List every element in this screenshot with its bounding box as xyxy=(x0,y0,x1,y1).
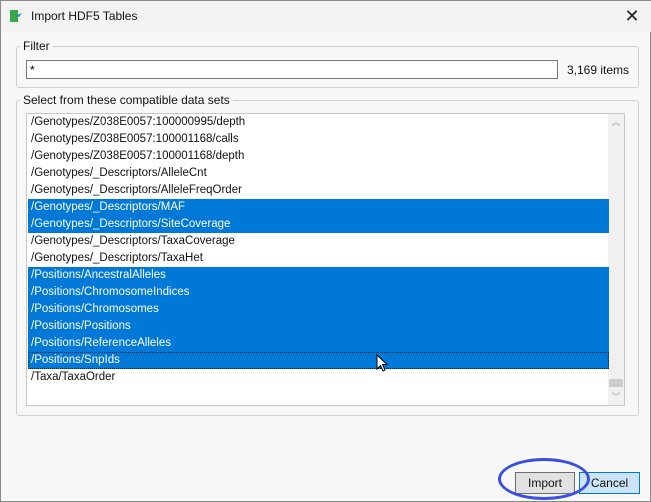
highlight-ring xyxy=(498,458,590,500)
dataset-list-item[interactable]: /Positions/Chromosomes xyxy=(28,301,609,318)
dataset-list-item[interactable]: /Genotypes/_Descriptors/AlleleCnt xyxy=(28,165,609,182)
datasets-list[interactable]: ︿ ﹀ /Genotypes/Z038E0057:100000995/depth… xyxy=(26,113,625,406)
vertical-scrollbar[interactable]: ︿ ﹀ xyxy=(608,114,624,405)
filter-legend: Filter xyxy=(23,39,50,53)
datasets-legend: Select from these compatible data sets xyxy=(23,93,230,107)
title-bar: Import HDF5 Tables ✕ xyxy=(1,1,651,32)
dataset-list-item[interactable]: /Positions/ChromosomeIndices xyxy=(28,284,609,301)
dataset-list-item[interactable]: /Genotypes/_Descriptors/TaxaCoverage xyxy=(28,233,609,250)
mouse-cursor-icon xyxy=(376,354,389,372)
dataset-list-item[interactable]: /Genotypes/_Descriptors/MAF xyxy=(28,199,609,216)
dataset-list-item[interactable]: /Genotypes/Z038E0057:100001168/calls xyxy=(28,131,609,148)
dataset-list-item[interactable]: /Genotypes/_Descriptors/SiteCoverage xyxy=(28,216,609,233)
item-count: 3,169 items xyxy=(567,63,630,77)
filter-input[interactable] xyxy=(26,60,558,79)
dataset-list-item[interactable]: /Positions/SnpIds xyxy=(28,352,609,369)
dataset-list-item[interactable]: /Positions/Positions xyxy=(28,318,609,335)
scroll-up-icon[interactable]: ︿ xyxy=(608,114,624,130)
scroll-down-icon[interactable]: ﹀ xyxy=(608,389,624,405)
close-button[interactable]: ✕ xyxy=(620,5,644,27)
dataset-list-item[interactable]: /Taxa/TaxaOrder xyxy=(28,369,609,386)
dataset-list-item[interactable]: /Positions/AncestralAlleles xyxy=(28,267,609,284)
scroll-thumb[interactable] xyxy=(609,379,623,387)
window-title: Import HDF5 Tables xyxy=(31,9,138,23)
dataset-list-item[interactable]: /Genotypes/_Descriptors/TaxaHet xyxy=(28,250,609,267)
dataset-list-item[interactable]: /Positions/ReferenceAlleles xyxy=(28,335,609,352)
app-icon xyxy=(10,10,22,22)
dataset-list-item[interactable]: /Genotypes/Z038E0057:100001168/depth xyxy=(28,148,609,165)
dataset-list-item[interactable]: /Genotypes/_Descriptors/AlleleFreqOrder xyxy=(28,182,609,199)
dataset-list-item[interactable]: /Genotypes/Z038E0057:100000995/depth xyxy=(28,114,609,131)
